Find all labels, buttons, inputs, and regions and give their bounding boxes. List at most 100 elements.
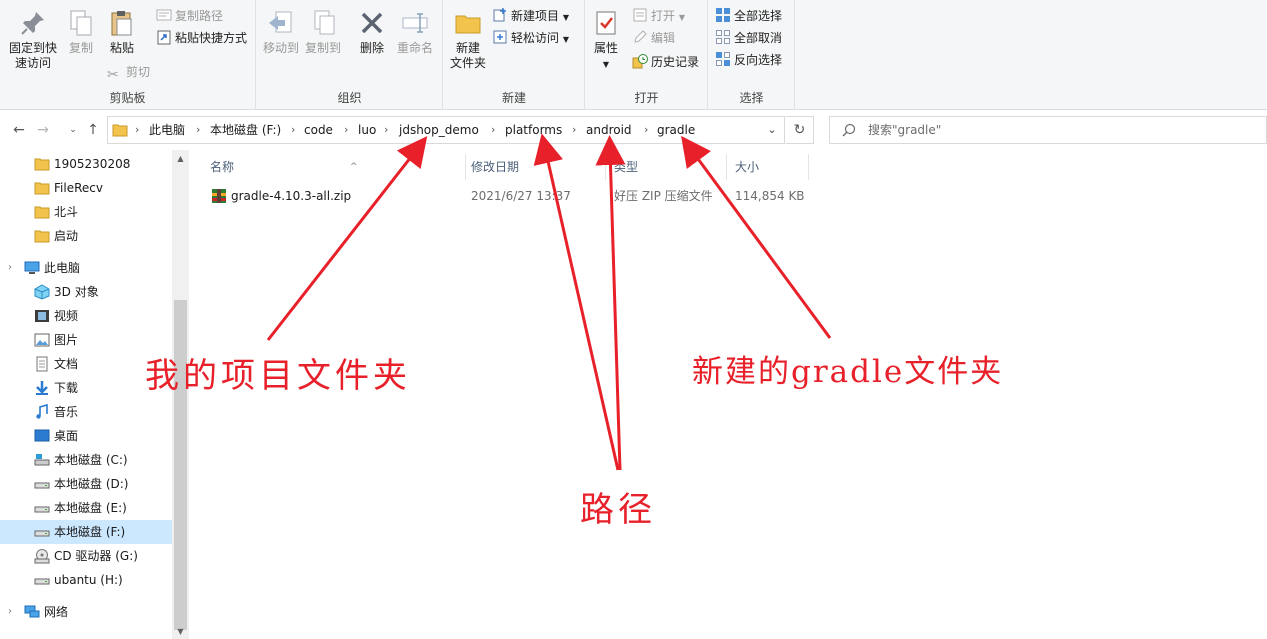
- sidebar-item[interactable]: 3D 对象: [0, 280, 172, 304]
- folder-icon: [34, 206, 50, 219]
- edit-button[interactable]: 编辑: [632, 28, 675, 48]
- open-button[interactable]: 打开 ▼: [632, 6, 685, 26]
- documents-icon: [36, 356, 48, 372]
- column-divider[interactable]: [465, 154, 466, 180]
- sidebar-item[interactable]: 音乐: [0, 400, 172, 424]
- rename-button[interactable]: 重命名: [395, 8, 435, 56]
- new-folder-label-2: 文件夹: [449, 56, 486, 70]
- new-item-label: 新建项目: [511, 9, 560, 23]
- paste-label: 粘贴: [109, 41, 134, 55]
- drive-icon: [34, 530, 50, 537]
- file-size: 114,854 KB: [735, 189, 805, 203]
- back-arrow-icon[interactable]: ←: [10, 120, 28, 140]
- invert-selection-button[interactable]: 反向选择: [715, 50, 782, 70]
- new-item-button[interactable]: 新建项目 ▼: [492, 6, 569, 26]
- pictures-icon: [34, 333, 50, 347]
- rename-label: 重命名: [396, 41, 433, 55]
- sidebar-item[interactable]: 本地磁盘 (C:): [0, 448, 172, 472]
- column-divider[interactable]: [808, 154, 809, 180]
- column-header-modified[interactable]: 修改日期: [471, 156, 601, 178]
- history-button[interactable]: 历史记录: [632, 52, 699, 72]
- pin-label-1: 固定到快: [8, 41, 57, 55]
- copy-path-button[interactable]: 复制路径: [156, 6, 223, 26]
- downloads-icon: [36, 381, 48, 395]
- breadcrumb-item[interactable]: jdshop_demo: [399, 117, 479, 143]
- file-name[interactable]: gradle-4.10.3-all.zip: [231, 186, 351, 206]
- videos-icon: [35, 310, 49, 322]
- paste-shortcut-label: 粘贴快捷方式: [175, 31, 248, 45]
- pin-to-quick-access-button[interactable]: 固定到快 速访问: [6, 8, 60, 71]
- sidebar-item-label: 此电脑: [44, 261, 81, 275]
- new-folder-button[interactable]: 新建 文件夹: [446, 8, 490, 71]
- forward-arrow-icon[interactable]: →: [34, 120, 52, 140]
- column-divider[interactable]: [605, 154, 606, 180]
- copy-button[interactable]: 复制: [64, 8, 98, 56]
- expand-chevron-icon[interactable]: ›: [8, 256, 12, 280]
- history-label: 历史记录: [651, 55, 700, 69]
- folder-icon: [34, 158, 50, 171]
- column-divider[interactable]: [726, 154, 727, 180]
- column-header-size[interactable]: 大小: [735, 156, 805, 178]
- sidebar-item[interactable]: › 此电脑: [0, 256, 172, 280]
- sidebar-item[interactable]: 本地磁盘 (F:): [0, 520, 172, 544]
- sidebar-item[interactable]: 启动: [0, 224, 172, 248]
- select-none-button[interactable]: 全部取消: [715, 28, 782, 48]
- folder-icon: [34, 230, 50, 243]
- scroll-down-arrow-icon[interactable]: ▼: [172, 625, 189, 639]
- delete-button[interactable]: 删除: [355, 8, 389, 56]
- sidebar-item-label: FileRecv: [54, 181, 103, 195]
- refresh-icon[interactable]: ↻: [786, 116, 814, 144]
- address-dropdown-chevron-icon[interactable]: ⌄: [760, 117, 784, 143]
- scroll-up-arrow-icon[interactable]: ▲: [172, 150, 189, 167]
- select-all-icon: [716, 8, 730, 22]
- column-header-type[interactable]: 类型: [614, 156, 724, 178]
- paste-button[interactable]: 粘贴: [104, 8, 140, 56]
- sidebar-item-label: ubantu (H:): [54, 573, 123, 587]
- cut-button[interactable]: ✂ 剪切: [107, 62, 150, 83]
- music-icon: [36, 404, 48, 419]
- scissors-icon: ✂: [107, 67, 119, 83]
- breadcrumb-item[interactable]: gradle: [657, 117, 695, 143]
- sidebar-item[interactable]: FileRecv: [0, 176, 172, 200]
- breadcrumb-item[interactable]: platforms: [505, 117, 562, 143]
- sidebar-item[interactable]: 1905230208: [0, 152, 172, 176]
- open-label: 打开: [651, 9, 676, 23]
- expand-chevron-icon[interactable]: ›: [8, 600, 12, 624]
- search-input[interactable]: 搜索"gradle": [829, 116, 1267, 144]
- select-all-button[interactable]: 全部选择: [715, 6, 782, 26]
- organize-group-label: 组织: [337, 91, 362, 105]
- easy-access-button[interactable]: 轻松访问 ▼: [492, 28, 569, 48]
- delete-icon: [361, 12, 383, 34]
- new-item-icon: [493, 8, 506, 22]
- breadcrumb-item[interactable]: code: [304, 117, 333, 143]
- easy-access-label: 轻松访问: [511, 31, 560, 45]
- 3d-objects-icon: [34, 284, 50, 300]
- select-none-label: 全部取消: [734, 31, 783, 45]
- paste-shortcut-button[interactable]: 粘贴快捷方式: [156, 28, 247, 48]
- select-group-label: 选择: [739, 91, 764, 105]
- move-to-button[interactable]: 移动到: [261, 8, 301, 56]
- properties-button[interactable]: 属性 ▼: [588, 8, 624, 72]
- breadcrumb-item[interactable]: 本地磁盘 (F:): [210, 117, 281, 143]
- new-folder-label-1: 新建: [455, 41, 480, 55]
- new-folder-icon: [455, 15, 481, 34]
- up-arrow-icon[interactable]: ↑: [84, 120, 102, 140]
- column-header-name[interactable]: 名称 ^: [210, 156, 465, 178]
- breadcrumb-item[interactable]: 此电脑: [149, 117, 185, 143]
- breadcrumb-item[interactable]: android: [586, 117, 632, 143]
- copy-to-button[interactable]: 复制到: [303, 8, 343, 56]
- address-bar[interactable]: › 此电脑 › 本地磁盘 (F:) › code › luo › jdshop_…: [107, 116, 785, 144]
- column-name-label: 名称: [210, 160, 235, 174]
- sidebar-item[interactable]: ubantu (H:): [0, 568, 172, 592]
- breadcrumb-item[interactable]: luo: [358, 117, 376, 143]
- sidebar-item[interactable]: 北斗: [0, 200, 172, 224]
- sidebar-item[interactable]: 桌面: [0, 424, 172, 448]
- recent-locations-chevron-icon[interactable]: ⌄: [64, 120, 82, 140]
- invert-selection-icon: [716, 52, 730, 66]
- sidebar-item[interactable]: 本地磁盘 (E:): [0, 496, 172, 520]
- sidebar-item[interactable]: › 网络: [0, 600, 172, 624]
- sidebar-item[interactable]: CD 驱动器 (G:): [0, 544, 172, 568]
- sidebar-item[interactable]: 本地磁盘 (D:): [0, 472, 172, 496]
- edit-icon: [634, 30, 647, 43]
- sidebar-item[interactable]: 视频: [0, 304, 172, 328]
